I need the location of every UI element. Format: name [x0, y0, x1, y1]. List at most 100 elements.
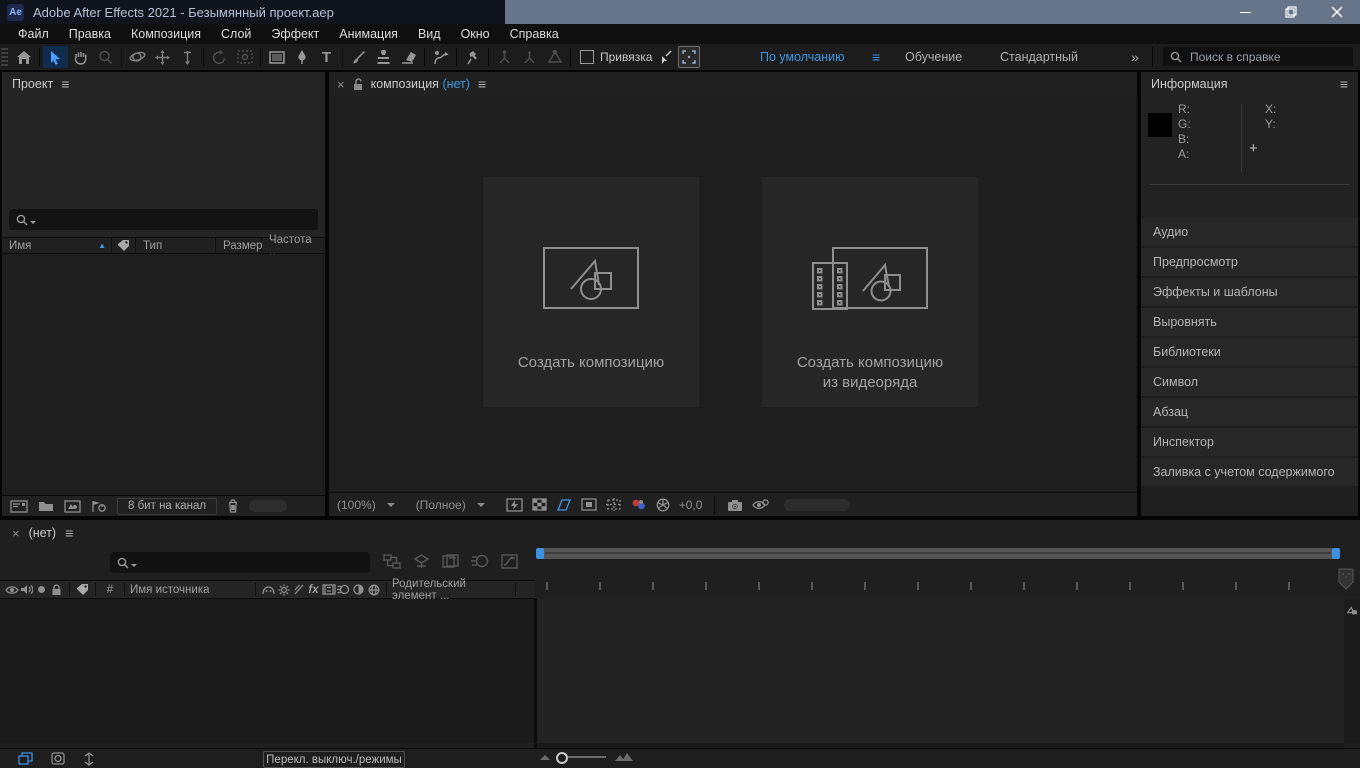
close-tab-icon[interactable]: × [337, 77, 345, 92]
column-type[interactable]: Тип [136, 238, 216, 253]
zoom-out-mountain-icon[interactable] [538, 752, 552, 761]
home-tool[interactable] [11, 46, 36, 68]
channel-colors-icon[interactable] [631, 498, 647, 511]
new-composition-button[interactable] [64, 500, 81, 513]
mini-flowchart-button[interactable] [383, 554, 401, 569]
interpret-footage-button[interactable] [10, 500, 28, 513]
workspace-tab-default[interactable]: По умолчанию [760, 44, 845, 70]
composition-tab[interactable]: композиция (нет) [371, 77, 470, 91]
quality-switch-icon[interactable] [291, 584, 306, 595]
new-composition-from-footage-card[interactable]: Создать композицию из видеоряда [762, 177, 978, 407]
pen-tool[interactable] [289, 46, 314, 68]
menu-animation[interactable]: Анимация [329, 27, 408, 41]
exposure-value[interactable]: +0,0 [679, 498, 703, 512]
resolution-caret-icon[interactable] [477, 503, 485, 507]
camera-roi-tool[interactable] [232, 46, 257, 68]
restore-button[interactable] [1268, 0, 1314, 24]
zoom-slider-knob[interactable] [556, 752, 568, 764]
expand-in-out-stretch-button[interactable] [83, 752, 95, 766]
puppet-starch-pin-tool[interactable] [517, 46, 542, 68]
expand-layer-switches-button[interactable] [18, 752, 33, 765]
dolly-camera-tool[interactable] [175, 46, 200, 68]
exposure-icon[interactable] [656, 498, 670, 512]
rectangle-tool[interactable] [264, 46, 289, 68]
puppet-pin-tool[interactable] [460, 46, 485, 68]
menu-help[interactable]: Справка [500, 27, 569, 41]
motion-blur-button[interactable] [471, 554, 489, 569]
workspace-menu-icon[interactable]: ≡ [872, 44, 880, 70]
transparency-grid-button[interactable] [532, 498, 547, 511]
menu-edit[interactable]: Правка [59, 27, 121, 41]
toolbar-grip[interactable] [1, 48, 8, 66]
proxy-button[interactable] [91, 500, 107, 513]
timeline-tab[interactable]: (нет) [29, 526, 57, 540]
frame-blending-button[interactable] [442, 554, 459, 569]
column-label-color[interactable] [112, 238, 136, 253]
snap-options-button[interactable] [678, 46, 700, 68]
panel-tab-character[interactable]: Символ [1141, 368, 1358, 396]
brush-tool[interactable] [346, 46, 371, 68]
fast-preview-button[interactable] [506, 498, 523, 512]
lock-icon[interactable] [49, 584, 64, 596]
show-snapshot-button[interactable] [752, 499, 769, 511]
close-tab-icon[interactable]: × [12, 526, 20, 541]
snapshot-button[interactable] [727, 499, 743, 511]
label-tag-icon[interactable] [75, 583, 90, 596]
hand-tool[interactable] [68, 46, 93, 68]
graph-editor-button[interactable] [501, 554, 518, 569]
layer-list-area[interactable] [0, 599, 534, 743]
audio-icon[interactable] [19, 584, 34, 595]
project-panel-menu-icon[interactable]: ≡ [61, 76, 69, 92]
info-tab[interactable]: Информация [1151, 77, 1228, 91]
rotation-tool[interactable] [207, 46, 232, 68]
timeline-search[interactable] [110, 552, 370, 573]
video-visibility-icon[interactable] [4, 585, 19, 595]
new-folder-button[interactable] [38, 500, 54, 512]
draft-3d-button[interactable] [413, 554, 430, 569]
motion-blur-switch-icon[interactable] [336, 584, 351, 595]
workspace-overflow-button[interactable]: » [1131, 44, 1139, 70]
bit-depth-button[interactable]: 8 бит на канал [117, 498, 217, 515]
menu-window[interactable]: Окно [451, 27, 500, 41]
puppet-position-pin-tool[interactable] [492, 46, 517, 68]
time-ruler[interactable] [536, 561, 1336, 599]
work-area-bar[interactable] [536, 548, 1340, 559]
new-composition-card[interactable]: Создать композицию [483, 177, 699, 407]
collapse-transformations-icon[interactable] [276, 584, 291, 596]
frame-blend-switch-icon[interactable] [321, 584, 336, 595]
panel-tab-content-aware-fill[interactable]: Заливка с учетом содержимого [1141, 458, 1358, 486]
eraser-tool[interactable] [396, 46, 421, 68]
workspace-tab-learn[interactable]: Обучение [905, 44, 962, 70]
guides-options-button[interactable] [606, 498, 622, 511]
resolution-value[interactable]: (Полное) [416, 498, 466, 512]
column-name[interactable]: Имя ▲ [2, 238, 112, 253]
magnification-value[interactable]: (100%) [337, 498, 376, 512]
panel-tab-inspector[interactable]: Инспектор [1141, 428, 1358, 456]
orbit-camera-tool[interactable] [125, 46, 150, 68]
timeline-zoom-slider[interactable] [560, 756, 606, 758]
adjustment-layer-switch-icon[interactable] [351, 584, 366, 595]
toggle-switches-modes-button[interactable]: Перекл. выключ./режимы [263, 751, 405, 768]
timeline-panel-menu-icon[interactable]: ≡ [65, 525, 73, 541]
type-tool[interactable]: T [314, 46, 339, 68]
track-area[interactable] [537, 599, 1344, 743]
menu-composition[interactable]: Композиция [121, 27, 211, 41]
project-tab[interactable]: Проект [12, 77, 53, 91]
expand-transfer-controls-button[interactable] [51, 752, 65, 765]
column-rate[interactable]: Частота .. [262, 238, 317, 253]
solo-icon[interactable] [34, 585, 49, 594]
panel-tab-libraries[interactable]: Библиотеки [1141, 338, 1358, 366]
menu-layer[interactable]: Слой [211, 27, 261, 41]
comp-marker-bin-button[interactable] [1338, 568, 1354, 590]
mask-visibility-button[interactable] [556, 498, 572, 511]
column-size[interactable]: Размер [216, 238, 262, 253]
minimize-button[interactable] [1222, 0, 1268, 24]
panel-tab-preview[interactable]: Предпросмотр [1141, 248, 1358, 276]
shy-switch-icon[interactable] [261, 585, 276, 595]
source-name-column[interactable]: Имя источника [130, 584, 250, 596]
effects-switch-icon[interactable]: fx [306, 584, 321, 596]
panel-tab-effects-presets[interactable]: Эффекты и шаблоны [1141, 278, 1358, 306]
info-panel-menu-icon[interactable]: ≡ [1340, 76, 1348, 92]
layer-number-column[interactable]: # [101, 584, 119, 596]
puppet-bend-pin-tool[interactable] [542, 46, 567, 68]
